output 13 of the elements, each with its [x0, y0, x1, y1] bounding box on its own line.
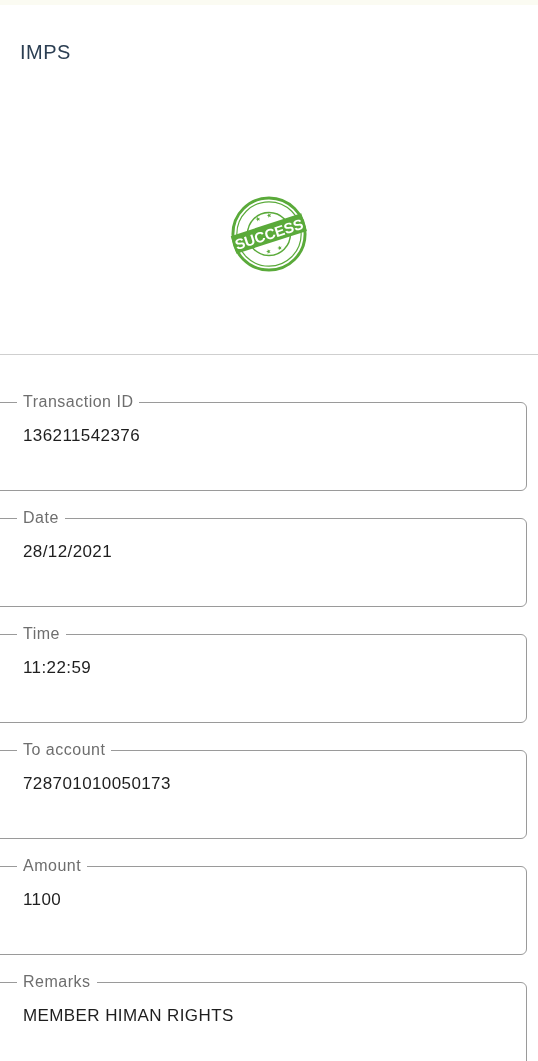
field-value: MEMBER HIMAN RIGHTS — [23, 1005, 235, 1026]
field-value: 28/12/2021 — [23, 541, 114, 562]
field-label: Date — [22, 509, 60, 527]
field-label: To account — [22, 741, 107, 759]
field-label: Remarks — [22, 973, 92, 991]
page-title: IMPS — [19, 40, 72, 64]
field-value: 136211542376 — [23, 425, 141, 446]
field-label: Transaction ID — [22, 393, 135, 411]
field-label: Amount — [22, 857, 83, 875]
field-value: 1100 — [23, 889, 63, 910]
field-label: Time — [22, 625, 61, 643]
field-value: 11:22:59 — [23, 657, 93, 678]
field-value: 728701010050173 — [23, 773, 172, 794]
